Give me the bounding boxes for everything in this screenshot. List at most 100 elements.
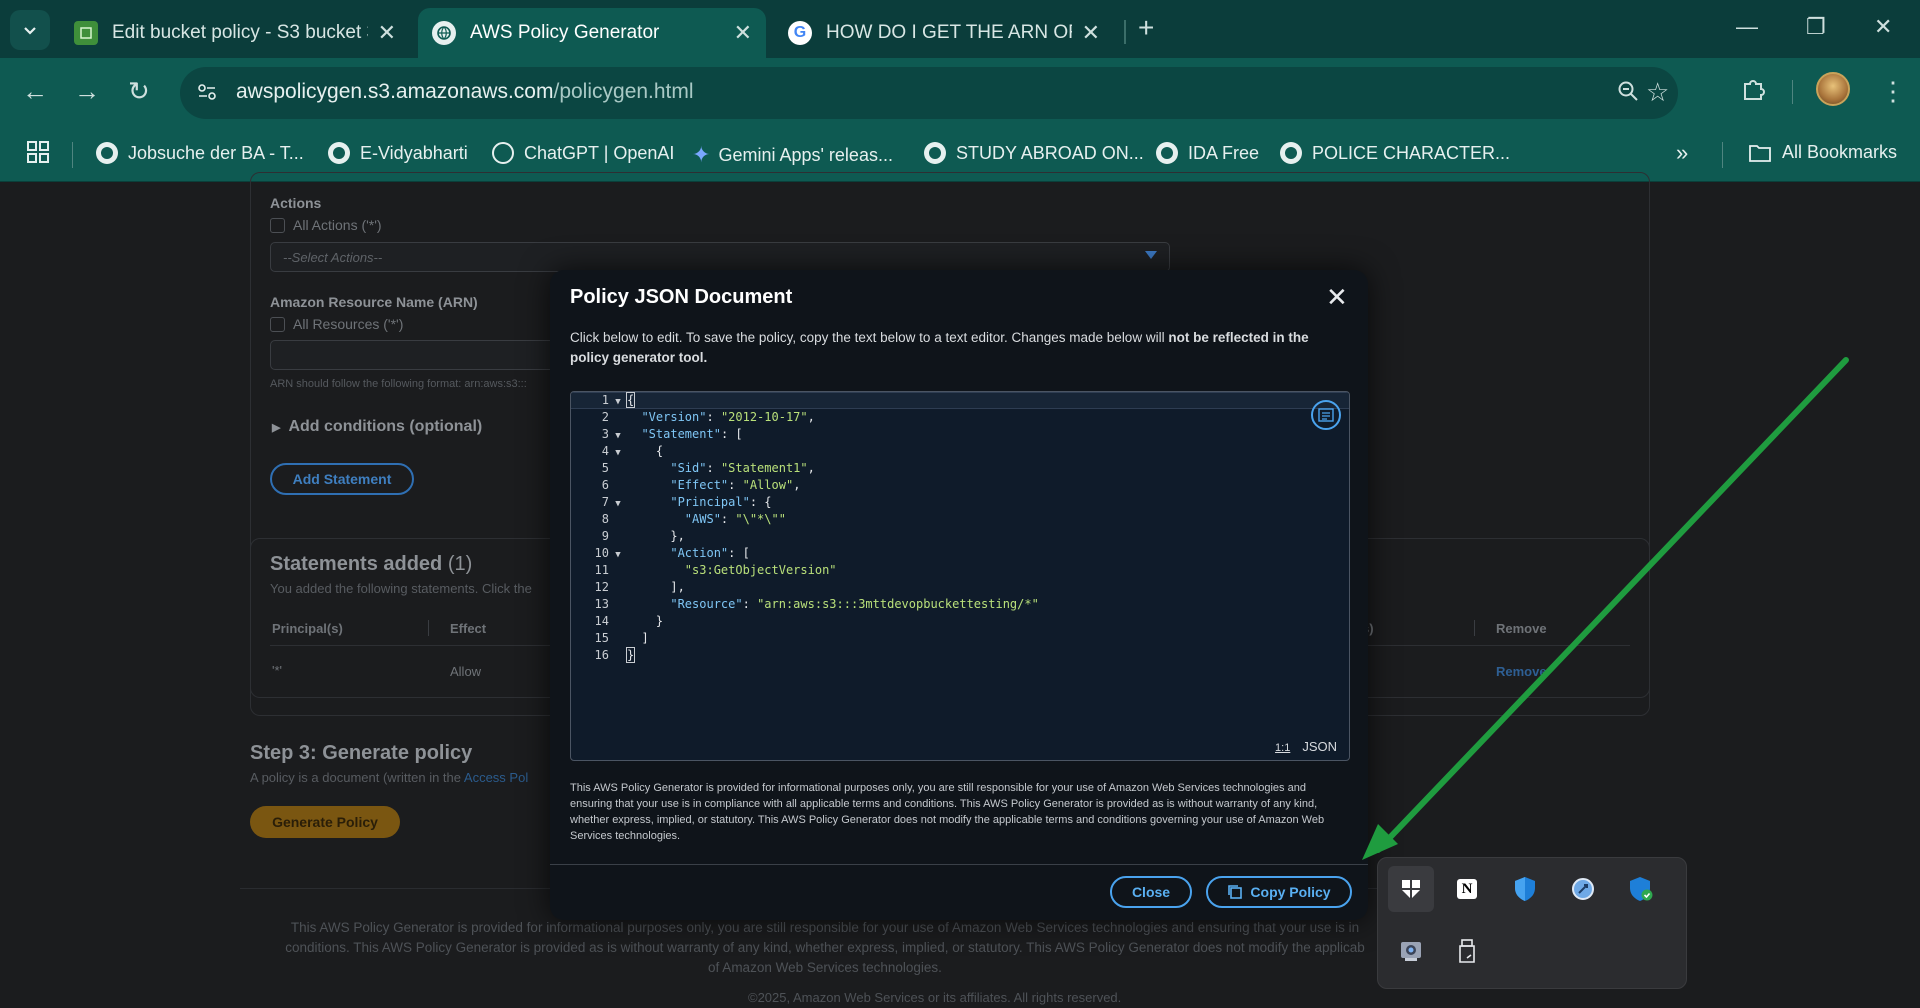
- json-punct: [627, 410, 641, 424]
- arn-label: Amazon Resource Name (ARN): [270, 294, 478, 310]
- bookmark-chatgpt[interactable]: ChatGPT | OpenAI: [492, 142, 674, 164]
- new-tab-plus-icon[interactable]: +: [1138, 12, 1154, 44]
- reload-icon[interactable]: ↻: [128, 76, 150, 107]
- close-button[interactable]: Close: [1110, 876, 1192, 908]
- all-resources-checkbox-row[interactable]: All Resources ('*'): [270, 316, 403, 332]
- json-punct: ,: [793, 478, 801, 492]
- json-code-editor[interactable]: 1 ▼{2 "Version": "2012-10-17", 3 ▼ "Stateme…: [570, 391, 1350, 761]
- webcam-app-icon[interactable]: [1388, 928, 1434, 974]
- line-number: 4: [601, 444, 609, 458]
- code-line[interactable]: 14 }: [571, 613, 1349, 630]
- forward-arrow-icon[interactable]: →: [74, 76, 100, 107]
- code-line[interactable]: 7 ▼ "Principal": {: [571, 494, 1349, 511]
- code-line[interactable]: 6 "Effect": "Allow",: [571, 477, 1349, 494]
- code-lines[interactable]: 1 ▼{2 "Version": "2012-10-17", 3 ▼ "Stateme…: [571, 392, 1349, 664]
- code-line[interactable]: 16}: [571, 647, 1349, 664]
- copy-icon: [1228, 885, 1243, 899]
- code-line[interactable]: 4 ▼ {: [571, 443, 1349, 460]
- code-line[interactable]: 5 "Sid": "Statement1",: [571, 460, 1349, 477]
- url-text[interactable]: awspolicygen.s3.amazonaws.com/policygen.…: [236, 80, 694, 104]
- statements-title-text: Statements added: [270, 553, 443, 575]
- back-arrow-icon[interactable]: ←: [22, 76, 48, 107]
- json-punct: [627, 563, 685, 577]
- browser-toolbar: ← → ↻ awspolicygen.s3.amazonaws.com/poli…: [0, 58, 1920, 128]
- bookmark-study-abroad[interactable]: STUDY ABROAD ON...: [924, 142, 1144, 164]
- globe-icon: [96, 142, 118, 164]
- all-actions-checkbox[interactable]: [270, 217, 285, 233]
- json-punct: :: [742, 597, 758, 611]
- all-bookmarks-folder[interactable]: All Bookmarks: [1748, 142, 1897, 163]
- code-line[interactable]: 12 ],: [571, 579, 1349, 596]
- step3-title: Step 3: Generate policy: [250, 742, 473, 764]
- add-statement-button[interactable]: Add Statement: [270, 463, 414, 495]
- bookmark-star-icon[interactable]: ☆: [1646, 77, 1669, 108]
- tab-edit-bucket-policy[interactable]: Edit bucket policy - S3 bucket 3 ✕: [60, 8, 410, 58]
- json-punct: [627, 546, 670, 560]
- code-text: ]: [627, 631, 648, 645]
- all-actions-checkbox-row[interactable]: All Actions ('*'): [270, 217, 382, 233]
- generate-policy-button[interactable]: Generate Policy: [250, 806, 400, 838]
- window-close-icon[interactable]: ✕: [1874, 14, 1892, 40]
- bookmarks-separator: [1722, 142, 1723, 168]
- desc-text: Click below to edit. To save the policy,…: [570, 330, 1169, 345]
- address-bar[interactable]: awspolicygen.s3.amazonaws.com/policygen.…: [180, 67, 1678, 119]
- more-menu-icon[interactable]: ⋮: [1880, 76, 1906, 107]
- bookmark-jobsuche[interactable]: Jobsuche der BA - T...: [96, 142, 304, 164]
- modal-close-icon[interactable]: ✕: [1326, 284, 1348, 310]
- access-policy-link[interactable]: Access Pol: [464, 770, 528, 785]
- security-ok-icon[interactable]: [1618, 866, 1664, 912]
- usb-drive-icon[interactable]: [1444, 928, 1490, 974]
- json-punct: }: [627, 614, 664, 628]
- bookmark-e-vidyabharti[interactable]: E-Vidyabharti: [328, 142, 468, 164]
- tab-google-search[interactable]: G HOW DO I GET THE ARN OF MY ✕: [774, 8, 1114, 58]
- network-tool-icon[interactable]: [1560, 866, 1606, 912]
- close-tab-icon[interactable]: ✕: [734, 20, 752, 46]
- notion-icon[interactable]: N: [1444, 866, 1490, 912]
- code-line[interactable]: 8 "AWS": "\"*\"": [571, 511, 1349, 528]
- bookmark-label: Gemini Apps' releas...: [718, 144, 893, 165]
- code-line[interactable]: 15 ]: [571, 630, 1349, 647]
- restore-icon[interactable]: ❐: [1806, 14, 1826, 40]
- globe-icon: [1280, 142, 1302, 164]
- json-punct: : [: [720, 427, 743, 441]
- apps-grid-icon[interactable]: [26, 140, 50, 164]
- more-bookmarks-chevron-icon[interactable]: »: [1676, 140, 1688, 166]
- code-text: "Resource": "arn:aws:s3:::3mttdevopbucke…: [627, 597, 1038, 611]
- remove-link[interactable]: Remove: [1496, 664, 1547, 679]
- code-line[interactable]: 11 "s3:GetObjectVersion": [571, 562, 1349, 579]
- extensions-puzzle-icon[interactable]: [1740, 76, 1766, 109]
- arn-input[interactable]: [270, 340, 570, 370]
- globe-icon: [1156, 142, 1178, 164]
- code-line[interactable]: 2 "Version": "2012-10-17",: [571, 409, 1349, 426]
- code-line[interactable]: 13 "Resource": "arn:aws:s3:::3mttdevopbu…: [571, 596, 1349, 613]
- toolbar-separator: [1792, 80, 1793, 104]
- step3-subtitle-text: A policy is a document (written in the: [250, 770, 461, 785]
- bookmark-police-character[interactable]: POLICE CHARACTER...: [1280, 142, 1510, 164]
- tab-search-button[interactable]: [10, 10, 50, 50]
- zoom-icon[interactable]: [1616, 79, 1640, 110]
- json-punct: : {: [749, 495, 772, 509]
- close-tab-icon[interactable]: ✕: [1082, 20, 1100, 46]
- code-line[interactable]: 9 },: [571, 528, 1349, 545]
- app-grid-tray-icon[interactable]: [1388, 866, 1434, 912]
- minimize-icon[interactable]: —: [1736, 14, 1758, 40]
- select-actions-dropdown[interactable]: --Select Actions--: [270, 242, 1170, 272]
- json-punct: :: [720, 512, 736, 526]
- bookmark-gemini[interactable]: ✦ Gemini Apps' releas...: [692, 142, 893, 168]
- bookmark-ida-free[interactable]: IDA Free: [1156, 142, 1259, 164]
- code-line[interactable]: 3 ▼ "Statement": [: [571, 426, 1349, 443]
- code-line[interactable]: 1 ▼{: [571, 392, 1349, 409]
- all-resources-checkbox[interactable]: [270, 316, 285, 332]
- gemini-sparkle-icon: ✦: [692, 142, 711, 167]
- editor-settings-icon[interactable]: [1311, 400, 1341, 430]
- close-tab-icon[interactable]: ✕: [378, 20, 396, 46]
- copy-policy-button[interactable]: Copy Policy: [1206, 876, 1352, 908]
- tab-aws-policy-generator[interactable]: AWS Policy Generator ✕: [418, 8, 766, 58]
- system-tray-overflow: N: [1377, 857, 1687, 989]
- bookmark-label: E-Vidyabharti: [360, 142, 468, 163]
- profile-avatar[interactable]: [1816, 72, 1850, 106]
- add-conditions-toggle[interactable]: ▶ Add conditions (optional): [272, 418, 482, 436]
- site-info-icon[interactable]: [196, 81, 218, 103]
- code-line[interactable]: 10 ▼ "Action": [: [571, 545, 1349, 562]
- windows-defender-icon[interactable]: [1502, 866, 1548, 912]
